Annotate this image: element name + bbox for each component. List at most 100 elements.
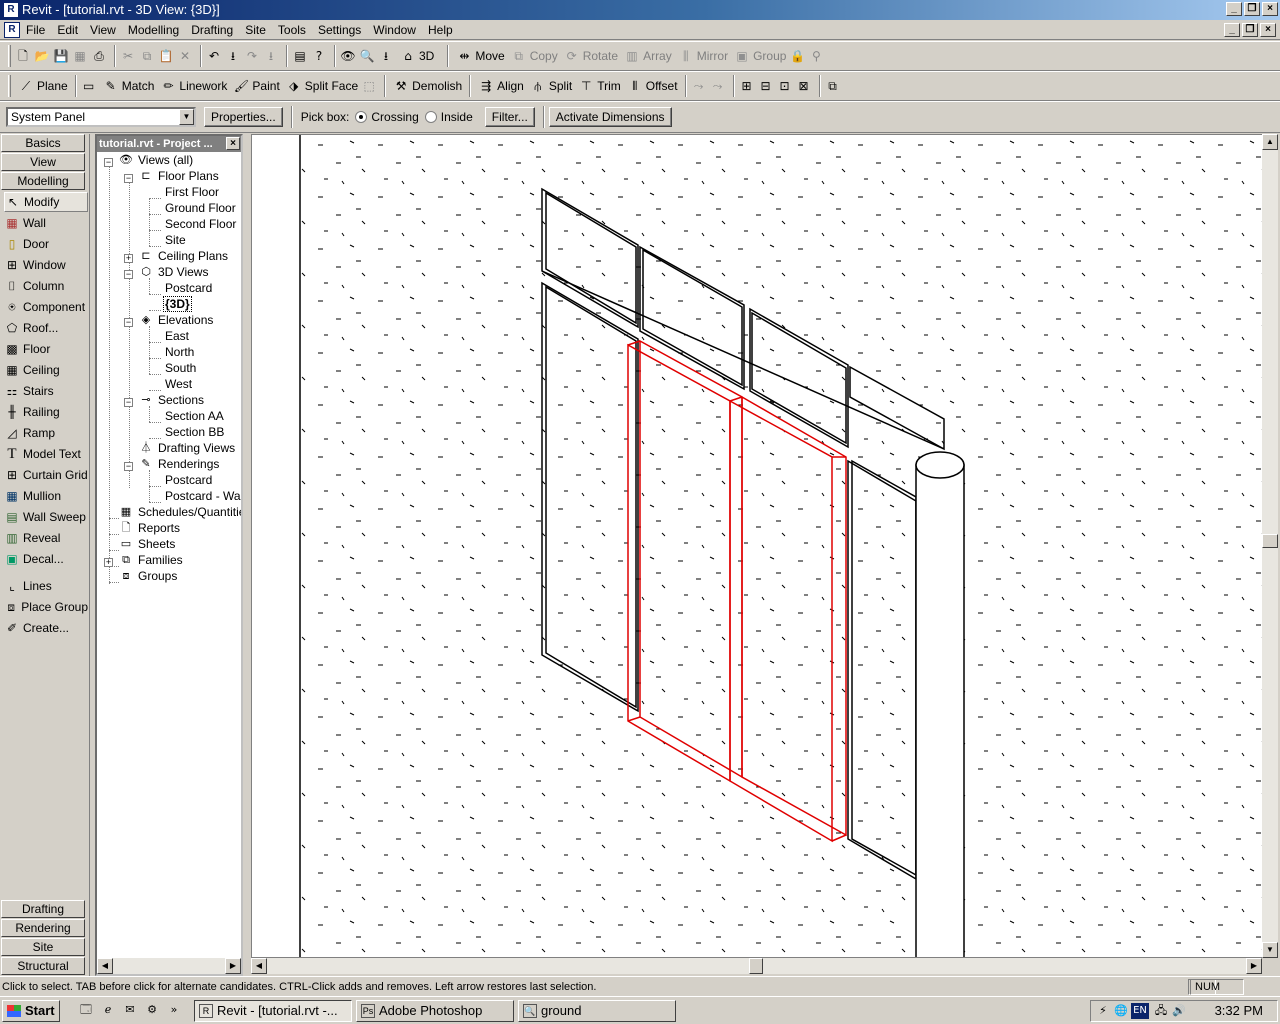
tree-ground-floor[interactable]: Ground Floor (165, 200, 236, 216)
wall-sweep-tool[interactable]: ▤ Wall Sweep (4, 507, 88, 527)
tree-renderings[interactable]: ✎ Renderings (139, 456, 219, 472)
dimension-icon[interactable]: ⊡ (777, 78, 793, 94)
open-icon[interactable]: 📂 (34, 48, 50, 64)
tree-groups[interactable]: ⧈ Groups (119, 568, 178, 584)
design-options-icon[interactable]: ⧉ (825, 78, 841, 94)
save-all-icon[interactable]: ▦ (72, 48, 88, 64)
task-revit[interactable]: R Revit - [tutorial.rvt -... (194, 1000, 352, 1022)
ramp-tool[interactable]: ◿ Ramp (4, 423, 88, 443)
collapse-renderings-icon[interactable]: − (124, 462, 133, 471)
menu-site[interactable]: Site (239, 20, 272, 40)
toggle-browser-icon[interactable]: ▤ (292, 48, 308, 64)
view-vertical-scrollbar[interactable]: ▲ ▼ (1262, 134, 1278, 958)
level-icon[interactable]: ⊠ (796, 78, 812, 94)
view-horizontal-scrollbar[interactable]: ◀ ▶ (251, 958, 1262, 974)
outlook-icon[interactable]: ✉ (122, 1002, 138, 1018)
roof-tool[interactable]: ⬠ Roof... (4, 318, 88, 338)
move-button[interactable]: ⇹ Move (453, 45, 507, 67)
create-tool[interactable]: ✐ Create... (4, 618, 88, 638)
tree-reports[interactable]: 🗋 Reports (119, 520, 180, 536)
collapse-3d-views-icon[interactable]: − (124, 270, 133, 279)
group-button[interactable]: ▣ Group (731, 45, 789, 67)
paste-icon[interactable]: 📋 (158, 48, 174, 64)
3d-view-canvas[interactable] (251, 134, 1263, 958)
model-text-tool[interactable]: T Model Text (4, 444, 88, 464)
doc-minimize-button[interactable]: _ (1224, 23, 1240, 37)
ie-icon[interactable]: ℯ (100, 1002, 116, 1018)
close-button[interactable]: × (1262, 2, 1278, 16)
print-icon[interactable]: ⎙ (91, 48, 107, 64)
tree-3d-views[interactable]: ⬡ 3D Views (139, 264, 208, 280)
tree-south[interactable]: South (165, 360, 196, 376)
ceiling-tool[interactable]: ▦ Ceiling (4, 360, 88, 380)
join-geometry-icon[interactable]: ⬚ (361, 78, 377, 94)
tree-floor-plans[interactable]: ⊏ Floor Plans (139, 168, 218, 184)
scroll-up-icon[interactable]: ▲ (1262, 134, 1278, 150)
zoom-dropdown-icon[interactable]: ⭳ (378, 48, 394, 64)
tab-structural[interactable]: Structural (1, 957, 85, 975)
plane-button[interactable]: ⟋ Plane (15, 75, 71, 97)
menu-tools[interactable]: Tools (272, 20, 312, 40)
tree-drafting-views[interactable]: ⏃ Drafting Views (139, 440, 236, 456)
rotate-button[interactable]: ⟳ Rotate (561, 45, 621, 67)
menu-help[interactable]: Help (422, 20, 459, 40)
copy-paste-icon[interactable]: ⤳ (691, 78, 707, 94)
tree-second-floor[interactable]: Second Floor (165, 216, 236, 232)
crossing-radio[interactable] (355, 111, 368, 123)
mirror-button[interactable]: ⫼ Mirror (675, 45, 731, 67)
properties-button[interactable]: Properties... (204, 107, 283, 127)
match-button[interactable]: ✎ Match (100, 75, 158, 97)
curtain-grid-tool[interactable]: ⊞ Curtain Grid (4, 465, 88, 485)
zoom-icon[interactable]: 🔍 (359, 48, 375, 64)
globe-icon[interactable]: 🌐 (1113, 1003, 1129, 1019)
floor-tool[interactable]: ▩ Floor (4, 339, 88, 359)
paste-aligned-icon[interactable]: ⤳ (710, 78, 726, 94)
door-tool[interactable]: ▯ Door (4, 234, 88, 254)
tree-section-bb[interactable]: Section BB (165, 424, 224, 440)
undo-icon[interactable]: ↶ (206, 48, 222, 64)
tape-icon[interactable]: ▭ (81, 78, 97, 94)
collapse-sections-icon[interactable]: − (124, 398, 133, 407)
tree-views-all[interactable]: 👁 Views (all) (119, 152, 193, 168)
tree-sections[interactable]: ⊸ Sections (139, 392, 204, 408)
doc-close-button[interactable]: × (1260, 23, 1276, 37)
minimize-button[interactable]: _ (1226, 2, 1242, 16)
reveal-tool[interactable]: ▥ Reveal (4, 528, 88, 548)
vertical-scroll-thumb[interactable] (1262, 534, 1278, 548)
modify-tool[interactable]: ↖ Modify (4, 192, 88, 212)
menu-view[interactable]: View (84, 20, 122, 40)
power-icon[interactable]: ⚡ (1095, 1003, 1111, 1019)
menu-window[interactable]: Window (367, 20, 422, 40)
quicklaunch-app-icon[interactable]: ⚙ (144, 1002, 160, 1018)
tab-modelling[interactable]: Modelling (1, 172, 85, 190)
expand-families-icon[interactable]: + (104, 558, 113, 567)
3d-view-button[interactable]: ⌂ 3D (397, 45, 437, 67)
menu-settings[interactable]: Settings (312, 20, 367, 40)
cut-icon[interactable]: ✂ (120, 48, 136, 64)
tree-site[interactable]: Site (165, 232, 186, 248)
horizontal-scroll-thumb[interactable] (749, 958, 763, 974)
tree-3d-postcard[interactable]: Postcard (165, 280, 212, 296)
tree-families[interactable]: ⧉ Families (119, 552, 183, 568)
activate-dimensions-button[interactable]: Activate Dimensions (548, 107, 672, 127)
filter-button[interactable]: Filter... (484, 107, 535, 127)
trim-button[interactable]: ⊤ Trim (575, 75, 624, 97)
tree-schedules[interactable]: ▦ Schedules/Quantities (119, 504, 241, 520)
collapse-elevations-icon[interactable]: − (124, 318, 133, 327)
tree-east[interactable]: East (165, 328, 189, 344)
lock-icon[interactable]: 🔒 (789, 48, 805, 64)
mullion-tool[interactable]: ▦ Mullion (4, 486, 88, 506)
help-cursor-icon[interactable]: ? (311, 48, 327, 64)
revit-app-icon[interactable]: R (3, 2, 19, 18)
split-button[interactable]: ⫛ Split (527, 75, 575, 97)
tree-render-postcard-wall[interactable]: Postcard - Wall (165, 488, 241, 504)
lines-tool[interactable]: ⌞ Lines (4, 576, 88, 596)
network-icon[interactable]: 🖧 (1153, 1003, 1169, 1019)
orbit-icon[interactable]: 👁 (340, 48, 356, 64)
scroll-left-icon[interactable]: ◀ (97, 958, 113, 974)
copy-button[interactable]: ⧉ Copy (508, 45, 561, 67)
tree-3d-default[interactable]: {3D} (163, 296, 192, 312)
scroll-right-icon[interactable]: ▶ (225, 958, 241, 974)
type-selector-combo[interactable]: System Panel ▼ (6, 107, 196, 127)
decal-tool[interactable]: ▣ Decal... (4, 549, 88, 569)
